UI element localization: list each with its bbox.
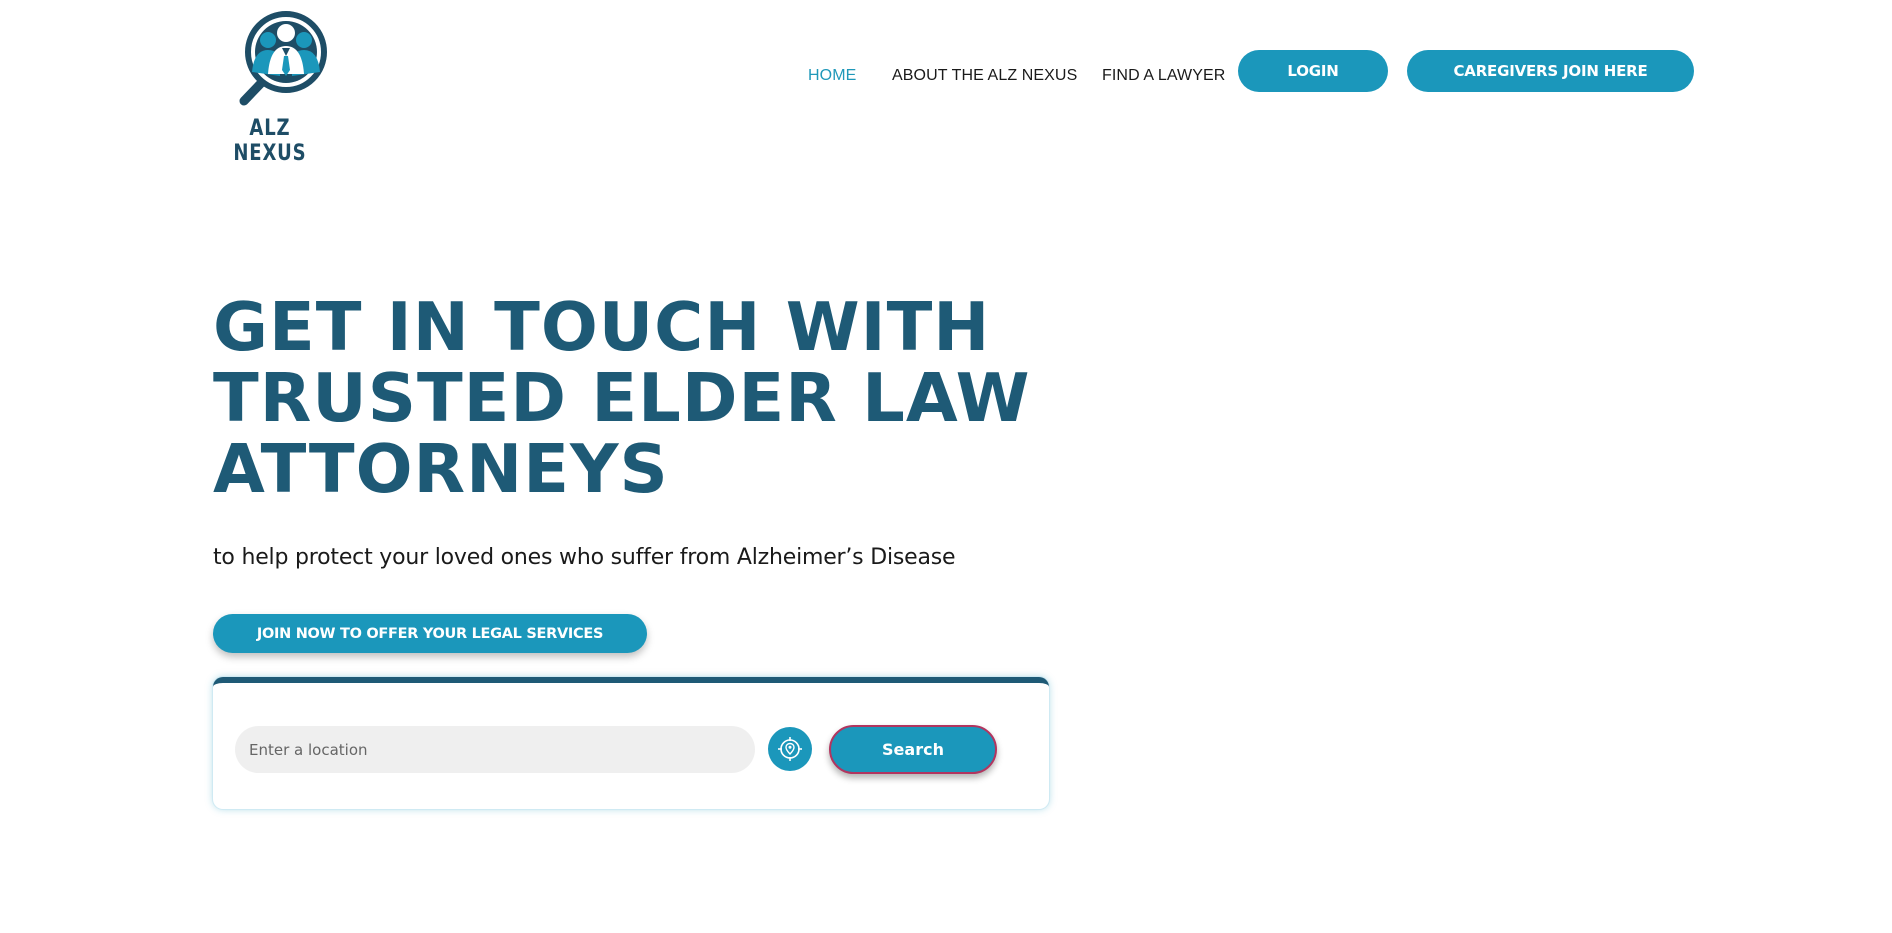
main-nav: HOME ABOUT THE ALZ NEXUS FIND A LAWYER L… bbox=[0, 50, 1892, 94]
location-target-icon bbox=[778, 737, 802, 761]
login-button[interactable]: LOGIN bbox=[1238, 50, 1388, 92]
location-search-card: Search bbox=[213, 677, 1049, 809]
hero-title-line-2: TRUSTED ELDER LAW bbox=[213, 359, 1031, 437]
nav-about-link[interactable]: ABOUT THE ALZ NEXUS bbox=[892, 67, 1077, 85]
logo-wordmark: ALZ NEXUS bbox=[233, 116, 307, 166]
nav-find-lawyer-link[interactable]: FIND A LAWYER bbox=[1102, 67, 1225, 85]
hero-title: GET IN TOUCH WITH TRUSTED ELDER LAW ATTO… bbox=[213, 288, 1031, 508]
hero-title-line-3: ATTORNEYS bbox=[213, 430, 669, 508]
hero-subtitle: to help protect your loved ones who suff… bbox=[213, 545, 956, 570]
hero-title-line-1: GET IN TOUCH WITH bbox=[213, 288, 991, 366]
join-legal-services-button[interactable]: JOIN NOW TO OFFER YOUR LEGAL SERVICES bbox=[213, 614, 647, 653]
nav-home-link[interactable]: HOME bbox=[808, 67, 856, 85]
search-button[interactable]: Search bbox=[829, 725, 997, 774]
use-my-location-button[interactable] bbox=[768, 727, 812, 771]
location-input[interactable] bbox=[235, 726, 755, 773]
caregivers-join-button[interactable]: CAREGIVERS JOIN HERE bbox=[1407, 50, 1694, 92]
